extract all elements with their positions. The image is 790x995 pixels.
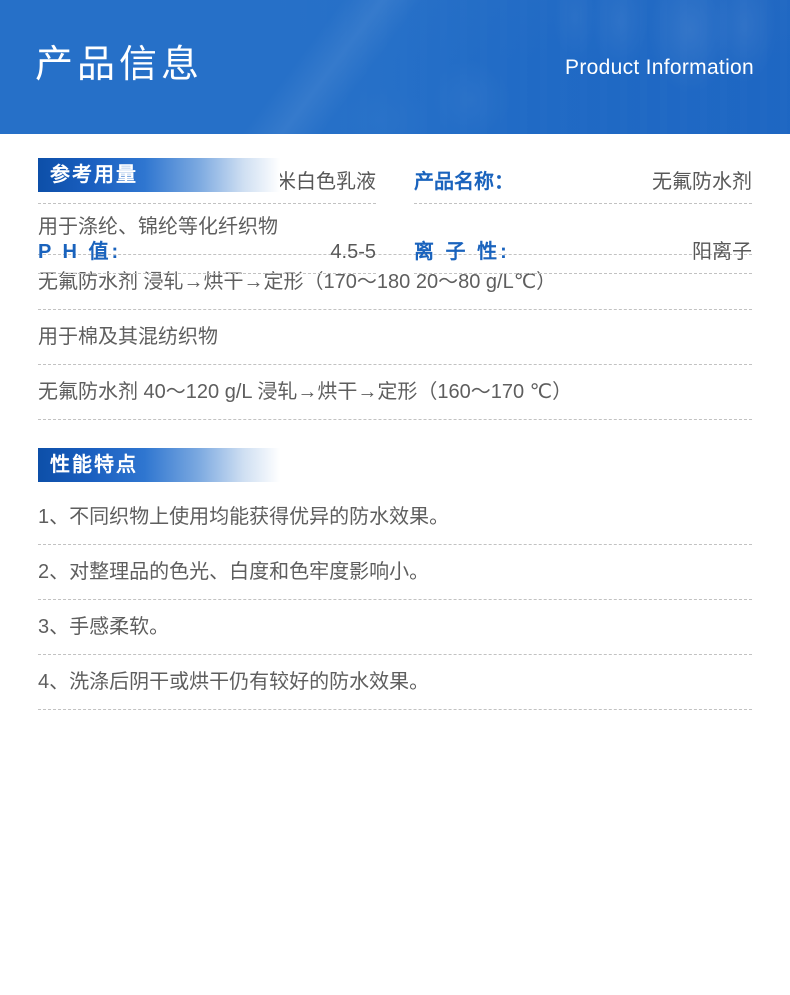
section-heading-label: 性能特点	[50, 454, 138, 476]
performance-features-list: 1、不同织物上使用均能获得优异的防水效果。 2、对整理品的色光、白度和色牢度影响…	[0, 490, 790, 710]
page-header-banner: 产品信息 Product Information	[0, 0, 790, 134]
spec-label: 离 子 性:	[414, 241, 510, 263]
list-item: 无氟防水剂 40～120 g/L 浸轧→烘干→定形（160～170 ℃）	[38, 365, 752, 420]
spec-item-ph-value: P H 值: 4.5-5	[38, 204, 376, 274]
section-performance-features: 性能特点	[0, 448, 790, 482]
product-specifications: 产品外观： 白色至米白色乳液 产品名称： 无氟防水剂 P H 值: 4.5-5 …	[0, 134, 790, 274]
spec-value: 4.5-5	[330, 241, 376, 263]
list-item: 1、不同织物上使用均能获得优异的防水效果。	[38, 490, 752, 545]
list-item: 3、手感柔软。	[38, 600, 752, 655]
list-item: 2、对整理品的色光、白度和色牢度影响小。	[38, 545, 752, 600]
spec-label: P H 值:	[38, 241, 122, 263]
spec-value: 阳离子	[692, 241, 752, 263]
page-title: 产品信息	[35, 44, 204, 86]
spec-item-product-name: 产品名称： 无氟防水剂	[414, 134, 752, 204]
page-subtitle-english: Product Information	[565, 56, 754, 79]
section-heading-bar: 参考用量	[38, 158, 280, 192]
list-item: 4、洗涤后阴干或烘干仍有较好的防水效果。	[38, 655, 752, 710]
product-information-page: 产品信息 Product Information 产品外观： 白色至米白色乳液 …	[0, 0, 790, 995]
section-heading-label: 参考用量	[50, 164, 138, 186]
spec-value: 无氟防水剂	[652, 171, 752, 193]
spec-row: P H 值: 4.5-5 离 子 性: 阳离子	[0, 204, 790, 274]
banner-light-streak	[182, 0, 478, 134]
list-item: 用于棉及其混纺织物	[38, 310, 752, 365]
spec-item-ionicity: 离 子 性: 阳离子	[414, 204, 752, 274]
spec-label: 产品名称：	[414, 171, 514, 193]
section-heading-bar: 性能特点	[38, 448, 280, 482]
